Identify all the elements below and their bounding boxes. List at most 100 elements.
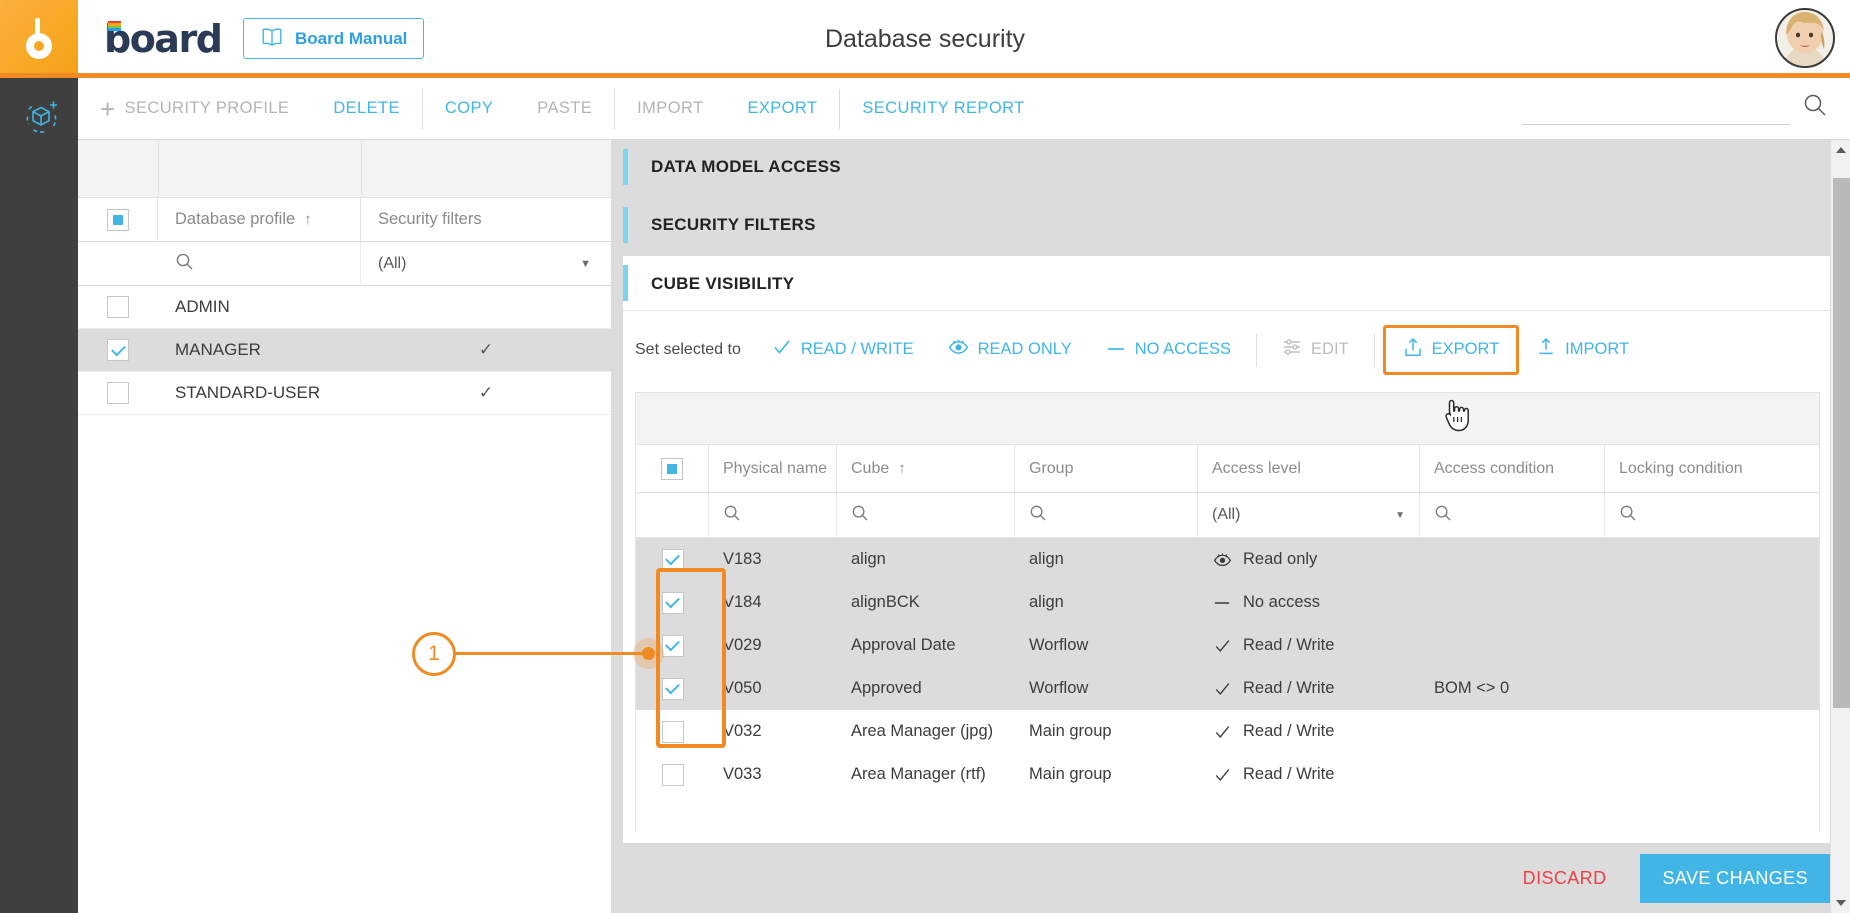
cell-access-level: Read / Write <box>1198 722 1420 741</box>
cell-access-level: Read only <box>1198 550 1420 569</box>
avatar[interactable] <box>1775 8 1835 68</box>
cell-group: align <box>1015 593 1198 612</box>
check-icon <box>772 337 792 362</box>
search-icon[interactable] <box>1802 92 1828 123</box>
toolbar-label: EXPORT <box>747 99 817 118</box>
action-divider <box>1256 333 1257 367</box>
section-accent-bar <box>623 265 628 301</box>
database-profiles-panel: Database profile ↑ Security filters (All… <box>78 140 611 913</box>
table-row[interactable]: V050 Approved Worflow Read / Write BOM <… <box>636 667 1819 710</box>
chevron-down-icon[interactable]: ▼ <box>580 258 591 270</box>
grid-column-group[interactable]: Group <box>1015 445 1198 492</box>
row-checkbox[interactable] <box>662 764 684 786</box>
section-security-filters[interactable]: SECURITY FILTERS <box>623 198 1832 252</box>
grid-column-cube[interactable]: Cube ↑ <box>837 445 1015 492</box>
search-icon <box>851 504 869 527</box>
column-label: Cube <box>851 460 889 478</box>
cell-cube: align <box>837 550 1015 569</box>
access-level-label: No access <box>1243 593 1320 612</box>
profile-name: STANDARD-USER <box>158 383 361 403</box>
edit-button[interactable]: EDIT <box>1265 327 1366 373</box>
save-changes-button[interactable]: SAVE CHANGES <box>1640 854 1830 903</box>
toolbar-item-copy[interactable]: COPY <box>423 78 515 140</box>
dash-icon <box>1212 598 1232 608</box>
filter-locking-condition[interactable] <box>1605 493 1819 537</box>
table-row[interactable]: V029 Approval Date Worflow Read / Write <box>636 624 1819 667</box>
filter-physical-name[interactable] <box>709 493 837 537</box>
toolbar-item-delete[interactable]: DELETE <box>311 78 422 140</box>
toolbar-item-security-report[interactable]: SECURITY REPORT <box>840 78 1046 140</box>
set-selected-to-label: Set selected to <box>635 341 741 359</box>
cell-cube: alignBCK <box>837 593 1015 612</box>
security-profile-toolbar: + SECURITY PROFILE DELETE COPY PASTE IMP… <box>78 78 1850 140</box>
toolbar-label: IMPORT <box>637 99 703 118</box>
cell-group: Main group <box>1015 722 1198 741</box>
section-label: DATA MODEL ACCESS <box>651 157 841 177</box>
set-read-write-button[interactable]: READ / WRITE <box>755 327 931 373</box>
scroll-up-arrow-icon[interactable] <box>1831 140 1850 160</box>
profiles-column-security-filters[interactable]: Security filters <box>361 198 611 241</box>
filter-group[interactable] <box>1015 493 1198 537</box>
access-level-label: Read / Write <box>1243 722 1334 741</box>
board-manual-button[interactable]: Board Manual <box>243 18 424 59</box>
search-icon <box>1029 504 1047 527</box>
import-button[interactable]: IMPORT <box>1519 327 1646 373</box>
profiles-column-database-profile[interactable]: Database profile ↑ <box>158 198 361 241</box>
database-security-page: board Board Manual Database security <box>0 0 1850 913</box>
toolbar-item-paste[interactable]: PASTE <box>515 78 614 140</box>
profiles-securityfilter-filter[interactable]: (All) ▼ <box>361 242 611 285</box>
discard-button[interactable]: DISCARD <box>1523 868 1607 889</box>
table-row[interactable]: V032 Area Manager (jpg) Main group Read … <box>636 710 1819 753</box>
action-label: READ ONLY <box>978 340 1072 359</box>
table-row[interactable]: V183 align align Read <box>636 538 1819 581</box>
profiles-row-manager[interactable]: MANAGER ✓ <box>78 329 611 372</box>
grid-filter-spacer <box>636 493 709 537</box>
cell-physical-name: V050 <box>709 679 837 698</box>
chevron-down-icon[interactable]: ▼ <box>1395 510 1405 521</box>
annotation-highlight-checkbox-column <box>656 568 726 748</box>
set-no-access-button[interactable]: NO ACCESS <box>1089 327 1248 373</box>
filter-value: (All) <box>1212 506 1240 524</box>
brand-wordmark: board <box>104 13 221 65</box>
profiles-row-admin[interactable]: ADMIN <box>78 286 611 329</box>
table-row[interactable]: V184 alignBCK align No access <box>636 581 1819 624</box>
row-checkbox[interactable] <box>107 296 129 318</box>
grid-select-all-checkbox[interactable] <box>661 458 683 480</box>
section-label: SECURITY FILTERS <box>651 215 816 235</box>
search-input[interactable] <box>1522 93 1790 125</box>
profile-has-filter: ✓ <box>361 383 611 403</box>
profile-name: MANAGER <box>158 340 361 360</box>
grid-column-locking-condition[interactable]: Locking condition <box>1605 445 1819 492</box>
sliders-icon <box>1282 337 1302 362</box>
table-row[interactable]: V033 Area Manager (rtf) Main group Read … <box>636 753 1819 796</box>
grid-column-physical-name[interactable]: Physical name <box>709 445 837 492</box>
row-checkbox[interactable] <box>107 339 129 361</box>
export-upload-icon <box>1403 337 1423 363</box>
action-label: NO ACCESS <box>1135 340 1231 359</box>
filter-access-condition[interactable] <box>1420 493 1605 537</box>
export-button[interactable]: EXPORT <box>1383 325 1520 375</box>
filter-cube[interactable] <box>837 493 1015 537</box>
grid-column-access-level[interactable]: Access level <box>1198 445 1420 492</box>
grid-column-access-condition[interactable]: Access condition <box>1420 445 1605 492</box>
scroll-down-arrow-icon[interactable] <box>1831 893 1850 913</box>
new-data-model-cube-icon[interactable] <box>20 96 62 138</box>
section-cube-visibility: CUBE VISIBILITY Set selected to READ / W… <box>623 256 1832 843</box>
profiles-name-filter[interactable] <box>158 242 361 285</box>
scrollbar-thumb[interactable] <box>1833 178 1850 708</box>
cell-access-level: No access <box>1198 593 1420 612</box>
toolbar-item-export[interactable]: EXPORT <box>725 78 839 140</box>
section-data-model-access[interactable]: DATA MODEL ACCESS <box>623 140 1832 194</box>
toolbar-item-security-profile[interactable]: + SECURITY PROFILE <box>78 78 311 140</box>
toolbar-item-import[interactable]: IMPORT <box>615 78 725 140</box>
profiles-row-standard-user[interactable]: STANDARD-USER ✓ <box>78 372 611 415</box>
set-read-only-button[interactable]: READ ONLY <box>931 327 1089 373</box>
select-all-checkbox[interactable] <box>107 209 129 231</box>
filter-value: (All) <box>378 255 406 273</box>
board-logo-tile[interactable] <box>0 0 78 78</box>
row-checkbox[interactable] <box>107 382 129 404</box>
row-checkbox-cell <box>636 764 709 786</box>
vertical-scrollbar[interactable] <box>1830 140 1850 913</box>
action-label: READ / WRITE <box>801 340 914 359</box>
filter-access-level[interactable]: (All) ▼ <box>1198 493 1420 537</box>
